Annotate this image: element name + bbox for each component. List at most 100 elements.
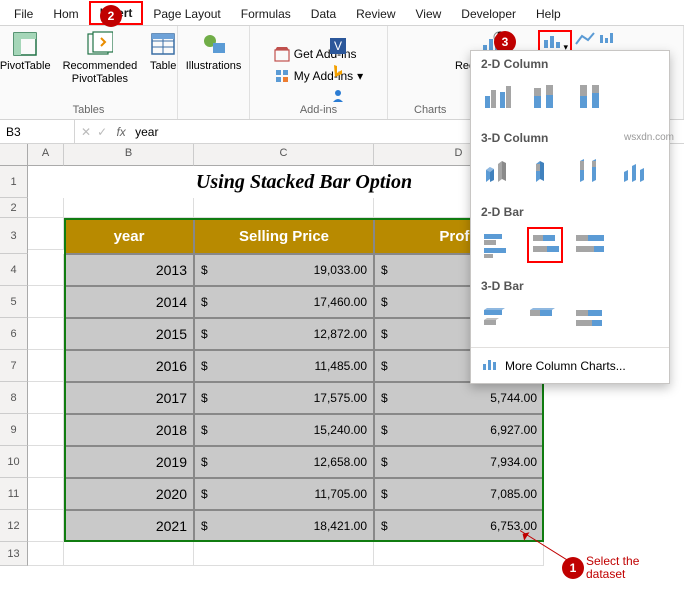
header-year[interactable]: year [64,218,194,254]
tab-formulas[interactable]: Formulas [231,3,301,25]
row-1[interactable]: 1 [0,166,28,198]
stacked-bar-3d-icon[interactable] [527,301,563,337]
section-3d-bar: 3-D Bar [471,273,669,295]
column-3d-icon[interactable] [619,153,655,189]
cell-selling[interactable]: $18,421.00 [194,510,374,542]
table-label: Table [150,60,176,73]
row-3[interactable]: 3 [0,218,28,254]
cell-selling[interactable]: $17,460.00 [194,286,374,318]
callout-1: 1Select the dataset [562,555,639,581]
cell-selling[interactable]: $11,705.00 [194,478,374,510]
stacked-column-100-3d-icon[interactable] [573,153,609,189]
group-tables-label: Tables [6,102,171,119]
recommended-pivot-button[interactable]: Recommended PivotTables [59,28,142,87]
cell-year[interactable]: 2016 [64,350,194,382]
col-C[interactable]: C [194,144,374,166]
callout-2: 2 [100,5,122,27]
stacked-bar-100-icon[interactable] [573,227,609,263]
tab-view[interactable]: View [406,3,452,25]
pivottable-label: PivotTable [0,60,51,73]
col-A[interactable]: A [28,144,64,166]
row-5[interactable]: 5 [0,286,28,318]
stacked-bar-100-3d-icon[interactable] [573,301,609,337]
more-column-charts[interactable]: More Column Charts... [471,347,669,383]
header-selling[interactable]: Selling Price [194,218,374,254]
row-10[interactable]: 10 [0,446,28,478]
watermark: wsxdn.com [624,132,674,143]
my-addins-button[interactable]: My Add-ins ▾ [270,67,367,85]
cell-profit[interactable]: $6,927.00 [374,414,544,446]
name-box[interactable]: B3 [0,120,75,143]
select-all-corner[interactable] [0,144,28,166]
row-2[interactable]: 2 [0,198,28,218]
row-12[interactable]: 12 [0,510,28,542]
cell-selling[interactable]: $19,033.00 [194,254,374,286]
tab-developer[interactable]: Developer [451,3,526,25]
stacked-column-100-icon[interactable] [573,79,609,115]
cell-selling[interactable]: $15,240.00 [194,414,374,446]
pivottable-icon [11,30,39,58]
table-button[interactable]: Table [145,28,181,75]
cell-selling[interactable]: $12,658.00 [194,446,374,478]
cell-year[interactable]: 2018 [64,414,194,446]
more-charts-icon [481,356,497,375]
cell-year[interactable]: 2015 [64,318,194,350]
tab-file[interactable]: File [4,3,43,25]
group-addins: Get Add-ins My Add-ins ▾ V Add-ins [250,26,388,119]
col-B[interactable]: B [64,144,194,166]
people-icon[interactable] [330,88,346,107]
row-6[interactable]: 6 [0,318,28,350]
get-addins-button[interactable]: Get Add-ins [270,45,361,63]
row-11[interactable]: 11 [0,478,28,510]
row-9[interactable]: 9 [0,414,28,446]
tab-page-layout[interactable]: Page Layout [143,3,230,25]
cell-year[interactable]: 2014 [64,286,194,318]
cell-year[interactable]: 2017 [64,382,194,414]
recommended-pivot-icon [86,30,114,58]
cell-selling[interactable]: $17,575.00 [194,382,374,414]
pivottable-button[interactable]: PivotTable [0,28,55,75]
clustered-column-3d-icon[interactable] [481,153,517,189]
clustered-bar-3d-icon[interactable] [481,301,517,337]
tab-data[interactable]: Data [301,3,346,25]
stacked-column-3d-icon[interactable] [527,153,563,189]
cell-selling[interactable]: $12,872.00 [194,318,374,350]
cell-profit[interactable]: $7,934.00 [374,446,544,478]
illustrations-button[interactable]: Illustrations [182,28,246,75]
more-charts-label: More Column Charts... [505,359,626,373]
svg-text:V: V [334,39,342,53]
cell-year[interactable]: 2020 [64,478,194,510]
addins-icon [274,68,290,84]
group-addins-label: Add-ins [256,102,381,119]
tab-review[interactable]: Review [346,3,405,25]
row-13[interactable]: 13 [0,542,28,566]
bing-icon[interactable] [330,63,346,82]
illustrations-label: Illustrations [186,60,242,73]
stacked-column-icon[interactable] [527,79,563,115]
cell-year[interactable]: 2019 [64,446,194,478]
enter-icon[interactable]: ✓ [97,125,107,139]
cell-profit[interactable]: $7,085.00 [374,478,544,510]
stacked-bar-icon[interactable] [527,227,563,263]
visio-icon[interactable]: V [330,38,346,57]
table-icon [149,30,177,58]
cell-year[interactable]: 2021 [64,510,194,542]
group-tables: PivotTable Recommended PivotTables Table… [0,26,178,119]
row-8[interactable]: 8 [0,382,28,414]
cancel-icon[interactable]: ✕ [81,125,91,139]
cell-profit[interactable]: $5,744.00 [374,382,544,414]
row-4[interactable]: 4 [0,254,28,286]
tab-help[interactable]: Help [526,3,571,25]
fx-icon[interactable]: fx [113,125,129,139]
tab-home[interactable]: Hom [43,3,88,25]
clustered-column-icon[interactable] [481,79,517,115]
recommended-pivot-label: Recommended PivotTables [63,60,138,85]
cell-selling[interactable]: $11,485.00 [194,350,374,382]
store-icon [274,46,290,62]
row-7[interactable]: 7 [0,350,28,382]
section-2d-bar: 2-D Bar [471,199,669,221]
clustered-bar-icon[interactable] [481,227,517,263]
section-2d-column: 2-D Column [471,51,669,73]
cell-year[interactable]: 2013 [64,254,194,286]
chart-type-dropdown: 2-D Column 3-D Column 2-D Bar 3-D Bar Mo… [470,50,670,384]
